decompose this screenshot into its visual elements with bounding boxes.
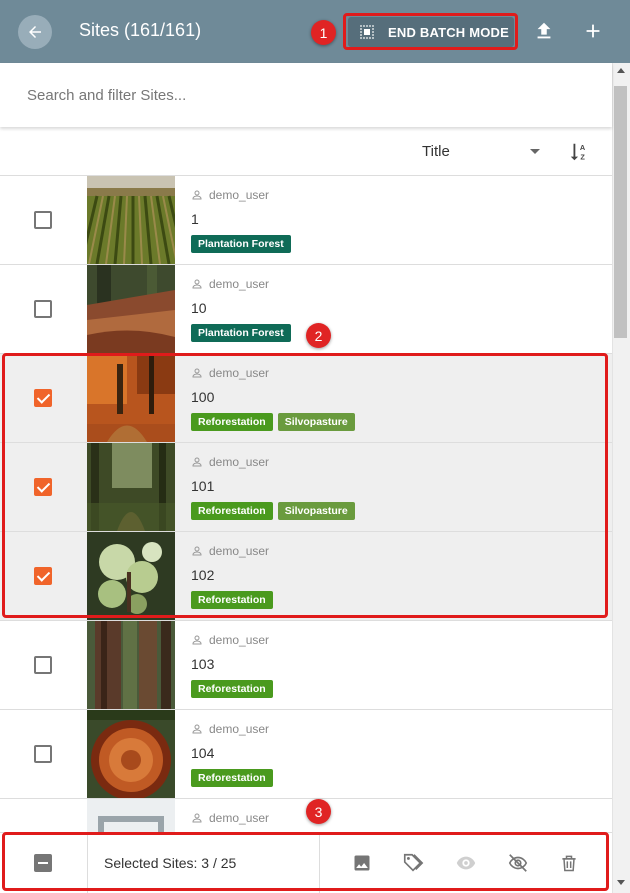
user-icon <box>192 813 202 823</box>
owner-line: demo_user <box>191 188 269 202</box>
owner-name: demo_user <box>209 633 270 647</box>
tag-badge: Reforestation <box>191 413 273 431</box>
user-icon <box>192 457 202 467</box>
arrow-left-icon <box>29 26 41 38</box>
owner-name: demo_user <box>209 188 270 202</box>
site-thumbnail <box>87 443 175 531</box>
user-icon <box>192 724 202 734</box>
row-checkbox[interactable] <box>34 567 52 585</box>
tag-badge: Silvopasture <box>277 413 355 431</box>
upload-icon[interactable] <box>533 20 555 42</box>
owner-line: demo_user <box>191 277 269 291</box>
owner-name: demo_user <box>209 811 270 825</box>
tag-list: Reforestation Silvopasture <box>191 413 355 431</box>
svg-text:A: A <box>580 143 586 152</box>
site-thumbnail <box>87 354 175 442</box>
eye-off-icon[interactable] <box>507 852 529 874</box>
batch-action-bar: Selected Sites: 3 / 25 <box>0 832 612 893</box>
owner-line: demo_user <box>191 811 269 825</box>
user-icon <box>192 190 202 200</box>
site-thumbnail <box>87 532 175 620</box>
highlight-outline-batch <box>343 13 518 50</box>
sort-field-select[interactable]: Title <box>422 143 450 160</box>
sort-bar: Title A Z <box>0 127 612 176</box>
back-button[interactable] <box>18 15 52 49</box>
row-checkbox[interactable] <box>34 211 52 229</box>
owner-line: demo_user <box>191 722 269 736</box>
user-icon <box>192 368 202 378</box>
tag-badge: Plantation Forest <box>191 235 291 253</box>
site-title: 103 <box>191 656 215 672</box>
sort-alpha-asc-icon[interactable]: A Z <box>568 141 590 163</box>
tag-list: Reforestation Silvopasture <box>191 502 355 520</box>
annotation-badge-2: 2 <box>306 323 331 348</box>
svg-text:Z: Z <box>580 152 585 161</box>
site-thumbnail <box>87 265 175 353</box>
site-title: 10 <box>191 300 207 316</box>
site-thumbnail <box>87 176 175 264</box>
site-title: 101 <box>191 478 215 494</box>
annotation-badge-3: 3 <box>306 799 331 824</box>
scrollbar-thumb[interactable] <box>614 86 627 338</box>
tag-list: Reforestation <box>191 680 273 698</box>
site-row[interactable]: demo_user 101 Reforestation Silvopasture <box>0 443 612 532</box>
tag-badge: Reforestation <box>191 680 273 698</box>
row-checkbox[interactable] <box>34 745 52 763</box>
sites-list: demo_user 1 Plantation Forest demo_user … <box>0 176 612 888</box>
site-row[interactable]: demo_user 100 Reforestation Silvopasture <box>0 354 612 443</box>
select-all-checkbox[interactable] <box>34 854 52 872</box>
search-input[interactable] <box>0 63 612 127</box>
add-icon[interactable] <box>582 20 604 42</box>
site-title: 102 <box>191 567 215 583</box>
site-title: 104 <box>191 745 215 761</box>
trash-icon[interactable] <box>558 852 580 874</box>
search-bar <box>0 63 612 127</box>
owner-line: demo_user <box>191 633 269 647</box>
row-checkbox[interactable] <box>34 300 52 318</box>
site-row[interactable]: demo_user 103 Reforestation <box>0 621 612 710</box>
owner-line: demo_user <box>191 366 269 380</box>
owner-name: demo_user <box>209 544 270 558</box>
annotation-badge-1: 1 <box>311 20 336 45</box>
tag-badge: Reforestation <box>191 769 273 787</box>
owner-name: demo_user <box>209 366 270 380</box>
site-title: 1 <box>191 211 199 227</box>
tag-badge: Reforestation <box>191 591 273 609</box>
site-row[interactable]: demo_user 1 Plantation Forest <box>0 176 612 265</box>
site-row[interactable]: demo_user 10 Plantation Forest <box>0 265 612 354</box>
divider <box>87 833 88 893</box>
tag-list: Reforestation <box>191 591 273 609</box>
tag-list: Reforestation <box>191 769 273 787</box>
site-row[interactable]: demo_user 104 Reforestation <box>0 710 612 799</box>
image-icon[interactable] <box>351 852 373 874</box>
page-title: Sites (161/161) <box>79 20 202 40</box>
row-checkbox[interactable] <box>34 478 52 496</box>
owner-line: demo_user <box>191 544 269 558</box>
site-title: 100 <box>191 389 215 405</box>
owner-name: demo_user <box>209 277 270 291</box>
row-checkbox[interactable] <box>34 389 52 407</box>
selected-count: Selected Sites: 3 / 25 <box>104 855 237 871</box>
owner-name: demo_user <box>209 722 270 736</box>
owner-line: demo_user <box>191 455 269 469</box>
site-thumbnail <box>87 710 175 798</box>
tag-list: Plantation Forest <box>191 324 291 342</box>
eye-icon[interactable] <box>455 852 477 874</box>
user-icon <box>192 546 202 556</box>
site-row[interactable]: demo_user 102 Reforestation <box>0 532 612 621</box>
tag-list: Plantation Forest <box>191 235 291 253</box>
chevron-down-icon[interactable] <box>530 149 540 154</box>
site-thumbnail <box>87 621 175 709</box>
divider <box>319 833 320 893</box>
row-checkbox[interactable] <box>34 656 52 674</box>
tag-badge: Reforestation <box>191 502 273 520</box>
scroll-down-arrow-icon[interactable] <box>617 880 625 885</box>
owner-name: demo_user <box>209 455 270 469</box>
user-icon <box>192 279 202 289</box>
scroll-up-arrow-icon[interactable] <box>617 68 625 73</box>
tag-badge: Silvopasture <box>277 502 355 520</box>
user-icon <box>192 635 202 645</box>
tag-badge: Plantation Forest <box>191 324 291 342</box>
tags-icon[interactable] <box>402 852 424 874</box>
